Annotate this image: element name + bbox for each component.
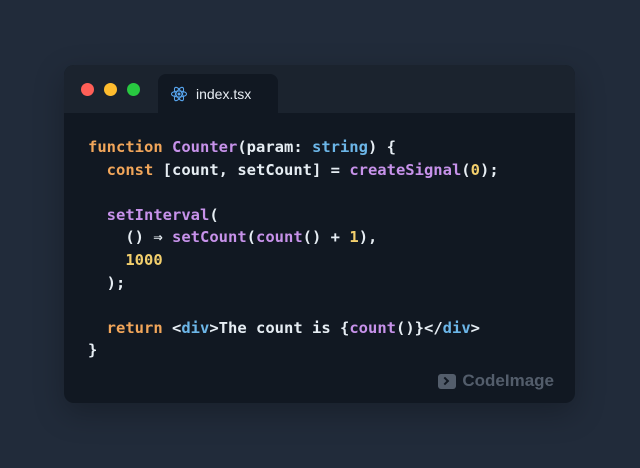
code-token: div: [181, 318, 210, 337]
window-titlebar: index.tsx: [64, 65, 575, 113]
code-token: setCount: [172, 228, 247, 247]
code-line: );: [88, 272, 499, 295]
code-token: function: [88, 138, 163, 156]
tab-index-tsx[interactable]: index.tsx: [158, 74, 278, 113]
terminal-icon: [438, 373, 457, 389]
code-line: }: [88, 339, 499, 362]
code-token: 1000: [125, 250, 163, 269]
code-line: function Counter(param: string) {: [88, 136, 499, 159]
code-token: (: [246, 228, 256, 247]
code-line: return <div>The count is {count()}</div>: [88, 317, 499, 340]
code-token: () +: [302, 228, 350, 247]
code-line: setInterval(: [88, 204, 499, 227]
code-token: createSignal: [349, 160, 462, 179]
code-line: () ⇒ setCount(count() + 1),: [88, 226, 499, 249]
code-line: 1000: [88, 249, 499, 272]
code-token: >: [470, 318, 481, 337]
code-token: string: [311, 138, 368, 156]
maximize-button[interactable]: [127, 83, 140, 96]
code-token: setInterval: [106, 205, 210, 224]
minimize-button[interactable]: [104, 83, 117, 96]
code-token: [count, setCount] =: [153, 160, 350, 179]
code-token: count: [349, 318, 396, 337]
code-token: () ⇒: [88, 228, 172, 247]
code-token: 0: [470, 160, 480, 179]
code-token: (: [461, 160, 471, 179]
code-token: );: [88, 273, 126, 292]
code-token: >The count is {: [209, 318, 350, 337]
code-token: (: [209, 205, 219, 224]
code-token: ()}</: [396, 318, 443, 337]
tab-label: index.tsx: [196, 86, 252, 102]
code-window: index.tsx function Counter(param: string…: [64, 65, 575, 403]
code-token: return: [106, 318, 163, 337]
react-icon: [170, 86, 188, 102]
code-editor: function Counter(param: string) { const …: [88, 136, 499, 362]
code-token: count: [256, 228, 303, 247]
watermark-label: CodeImage: [462, 371, 554, 390]
close-button[interactable]: [81, 83, 94, 96]
code-token: const: [106, 160, 154, 179]
code-token: ),: [358, 228, 378, 247]
code-token: div: [442, 318, 471, 337]
code-token: );: [479, 160, 499, 179]
code-token: <: [162, 318, 182, 337]
code-token: 1: [349, 228, 359, 247]
code-line: const [count, setCount] = createSignal(0…: [88, 159, 499, 182]
code-token: ) {: [367, 138, 396, 156]
code-token: Counter: [172, 138, 238, 156]
code-token: (param:: [237, 138, 312, 156]
code-token: }: [88, 341, 98, 360]
codeimage-watermark: CodeImage: [438, 371, 554, 391]
